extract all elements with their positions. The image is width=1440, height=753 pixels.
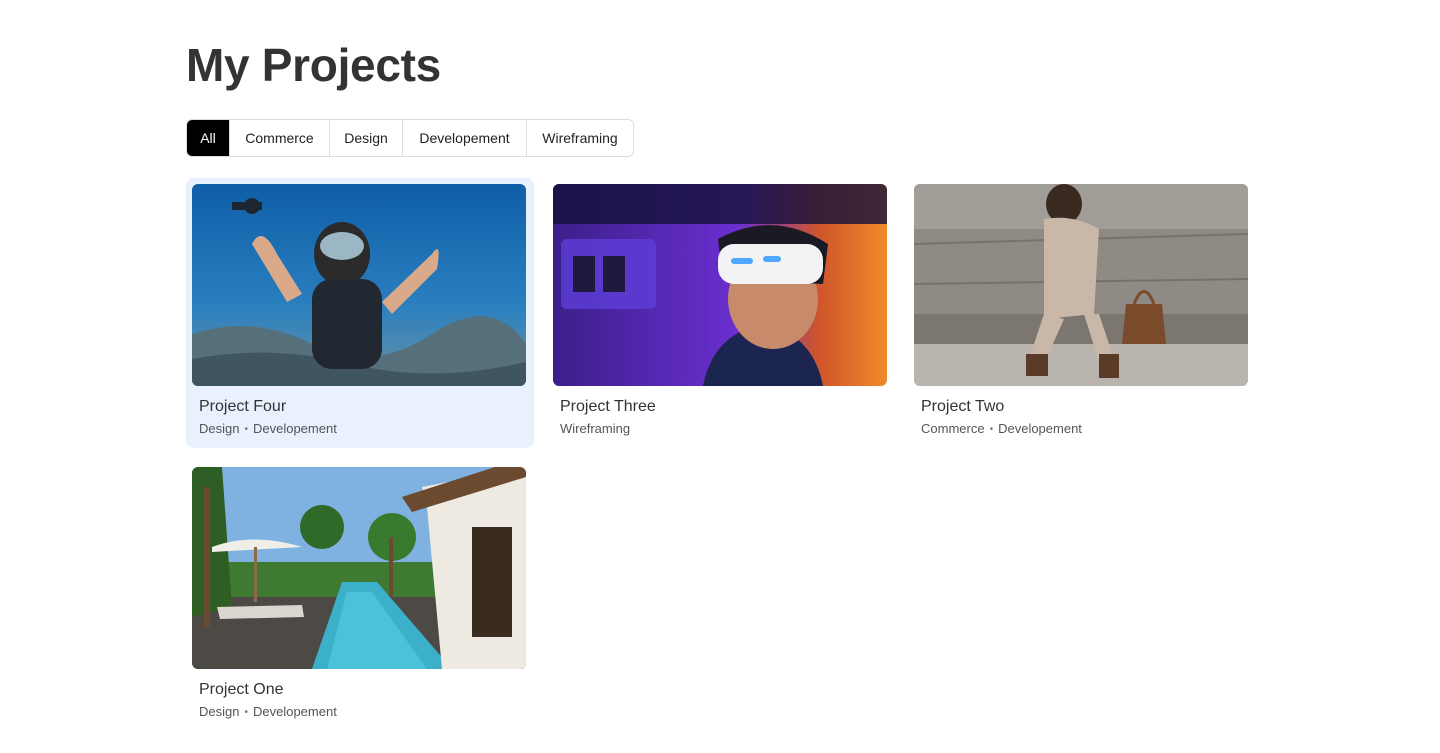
project-tag: Design	[199, 704, 240, 719]
resort-pool-image	[192, 467, 526, 669]
project-tag: Wireframing	[560, 421, 631, 436]
filter-commerce[interactable]: Commerce	[230, 120, 330, 156]
project-card-one[interactable]: Project One Design • Developement	[186, 461, 534, 731]
project-tag: Developement	[998, 421, 1082, 436]
projects-page: My Projects All Commerce Design Develope…	[0, 0, 1440, 753]
tag-separator-dot: •	[989, 424, 994, 435]
scuba-diver-image	[192, 184, 526, 386]
vr-headset-image	[553, 184, 887, 386]
page-title: My Projects	[186, 39, 441, 91]
project-tags: Design • Developement	[199, 704, 337, 719]
filter-all[interactable]: All	[187, 120, 230, 156]
project-card-three[interactable]: Project Three Wireframing	[547, 178, 895, 448]
project-tags: Commerce • Developement	[921, 421, 1082, 436]
woman-with-handbag-image	[914, 184, 1248, 386]
category-filter-bar: All Commerce Design Developement Wirefra…	[186, 119, 634, 157]
project-tags: Design • Developement	[199, 421, 337, 436]
filter-design[interactable]: Design	[330, 120, 403, 156]
tag-separator-dot: •	[244, 424, 248, 435]
project-name: Project Four	[199, 398, 287, 415]
project-name: Project Three	[560, 398, 656, 415]
tag-separator-dot: •	[244, 707, 248, 718]
filter-developement[interactable]: Developement	[403, 120, 527, 156]
project-card-four[interactable]: Project Four Design • Developement	[186, 178, 534, 448]
project-name: Project One	[199, 681, 284, 698]
project-tag: Developement	[252, 421, 337, 436]
project-tags: Wireframing	[560, 421, 630, 436]
project-tag: Commerce	[921, 421, 985, 436]
project-tag: Developement	[252, 704, 337, 719]
project-tag: Design	[199, 421, 240, 436]
project-name: Project Two	[921, 398, 1005, 415]
filter-wireframing[interactable]: Wireframing	[527, 120, 633, 156]
project-card-two[interactable]: Project Two Commerce • Developement	[908, 178, 1256, 448]
